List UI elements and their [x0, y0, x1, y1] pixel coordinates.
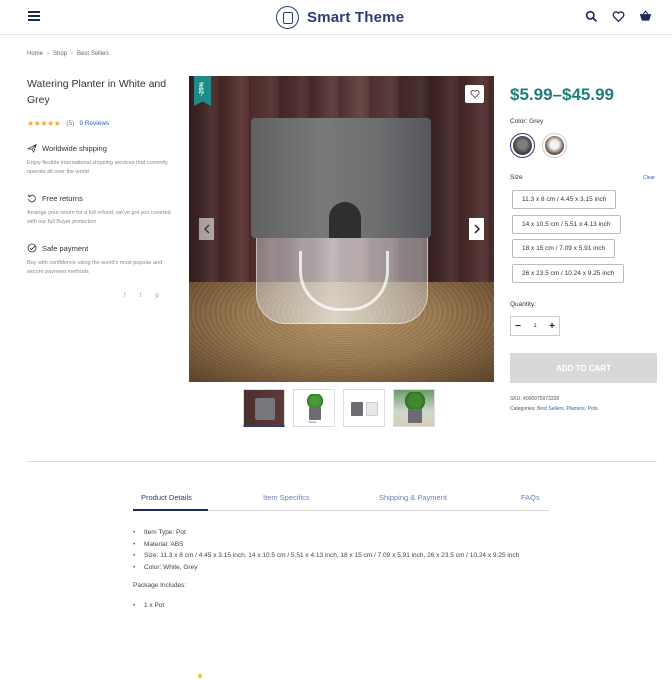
list-item: Color: White, Grey	[133, 562, 553, 574]
chevron-right-icon	[474, 224, 480, 234]
star-rating-icon: ★★★★★	[27, 119, 61, 128]
brand-name: Smart Theme	[307, 8, 405, 26]
reviews-link[interactable]: 9 Reviews	[79, 120, 109, 127]
tab-item-specifics[interactable]: Item Specifics	[263, 493, 310, 502]
check-circle-icon	[27, 243, 37, 253]
feature-description: Arrange your return for a full refund, w…	[27, 210, 171, 225]
image-prev-button[interactable]	[199, 218, 214, 240]
rating-count: (5)	[66, 120, 75, 127]
social-share: f t p	[124, 293, 159, 299]
site-logo[interactable]: Smart Theme	[276, 5, 404, 29]
size-option-4[interactable]: 26 x 23.5 cm / 10.24 x 9.25 inch	[512, 264, 625, 283]
clear-selection-link[interactable]: Clear	[643, 175, 655, 181]
active-tab-indicator	[133, 509, 208, 511]
breadcrumb-separator: ›	[47, 51, 50, 57]
quantity-decrease-button[interactable]: −	[511, 321, 525, 332]
section-divider	[27, 461, 657, 462]
list-item: 1 x Pot	[133, 600, 553, 612]
pot-slot	[329, 202, 361, 238]
twitter-icon[interactable]: t	[140, 293, 142, 299]
search-icon[interactable]	[585, 10, 598, 23]
site-header: Smart Theme	[0, 0, 672, 35]
header-icons	[585, 10, 652, 23]
thumbnail-1[interactable]	[243, 389, 285, 427]
tab-faqs[interactable]: FAQs	[521, 493, 540, 502]
breadcrumb-separator: ›	[71, 51, 74, 57]
product-title: Watering Planter in White and Grey	[27, 78, 167, 106]
list-item: Item Type: Pot	[133, 527, 553, 539]
feature-title: Safe payment	[42, 243, 89, 253]
feature-description: Enjoy flexible international shipping se…	[27, 160, 168, 175]
return-icon	[27, 194, 36, 203]
cart-icon[interactable]	[639, 10, 652, 23]
thumbnail-2[interactable]: Yellow	[293, 389, 335, 427]
category-link-planters[interactable]: Planters	[566, 406, 584, 412]
feature-worldwide-shipping: Worldwide shipping Enjoy flexible intern…	[27, 143, 177, 176]
product-rating: ★★★★★ (5) 9 Reviews	[27, 119, 109, 128]
facebook-icon[interactable]: f	[124, 293, 126, 299]
decorative-dot	[198, 674, 202, 678]
thumbnail-4[interactable]	[393, 389, 435, 427]
category-link-best-sellers[interactable]: Best Sellers	[537, 406, 564, 412]
size-option-3[interactable]: 18 x 15 cm / 7.09 x 5.91 inch	[512, 239, 616, 258]
discount-badge: -25%	[194, 76, 211, 106]
thumbnail-3[interactable]	[343, 389, 385, 427]
breadcrumb-best-sellers[interactable]: Best Sellers	[77, 51, 109, 57]
color-label: Color: Grey	[510, 118, 544, 125]
list-item: Material: ABS	[133, 539, 553, 551]
size-option-1[interactable]: 11.3 x 8 cm / 4.45 x 3.15 inch	[512, 190, 617, 209]
product-tabs: Product Details Item Specifics Shipping …	[133, 489, 549, 511]
add-to-cart-button[interactable]: ADD TO CART	[510, 353, 657, 383]
feature-free-returns: Free returns Arrange your return for a f…	[27, 193, 177, 226]
product-price: $5.99–$45.99	[510, 85, 614, 104]
quantity-label: Quantity:	[510, 301, 537, 308]
hamburger-icon[interactable]	[28, 11, 40, 21]
breadcrumb: Home › Shop › Best Sellers	[27, 51, 109, 57]
product-sku: SKU: 4000975973328	[510, 396, 560, 402]
size-option-2[interactable]: 14 x 10.5 cm / 5.51 x 4.13 inch	[512, 215, 621, 234]
pinterest-icon[interactable]: p	[155, 293, 158, 299]
thumbnail-strip: Yellow	[243, 389, 435, 427]
thumbnail-caption: Yellow	[308, 420, 317, 424]
package-heading: Package Includes:	[133, 582, 187, 589]
list-item: Size: 11.3 x 8 cm / 4.45 x 3.15 inch, 14…	[133, 550, 553, 562]
tab-product-details[interactable]: Product Details	[141, 493, 192, 502]
quantity-stepper: − +	[510, 316, 560, 336]
heart-icon[interactable]	[612, 10, 625, 23]
plane-icon	[27, 143, 37, 153]
swatch-white[interactable]	[542, 133, 567, 158]
category-link-pots[interactable]: Pots	[588, 406, 598, 412]
quantity-increase-button[interactable]: +	[545, 321, 559, 332]
chevron-left-icon	[203, 224, 209, 234]
logo-mark-icon	[276, 5, 299, 29]
package-list: 1 x Pot	[133, 600, 553, 612]
product-details-content: Item Type: Pot Material: ABS Size: 11.3 …	[133, 527, 553, 611]
feature-description: Buy with confidence using the world's mo…	[27, 260, 163, 275]
tab-shipping-payment[interactable]: Shipping & Payment	[379, 493, 447, 502]
swatch-grey[interactable]	[510, 133, 535, 158]
wishlist-button[interactable]	[465, 85, 484, 103]
categories-label: Categories:	[510, 406, 536, 412]
feature-safe-payment: Safe payment Buy with confidence using t…	[27, 243, 177, 276]
breadcrumb-shop[interactable]: Shop	[53, 51, 67, 57]
breadcrumb-home[interactable]: Home	[27, 51, 43, 57]
feature-title: Free returns	[42, 193, 83, 203]
heart-icon	[469, 90, 480, 99]
details-list: Item Type: Pot Material: ABS Size: 11.3 …	[133, 527, 553, 573]
feature-title: Worldwide shipping	[42, 143, 107, 153]
product-main-image[interactable]: -25%	[189, 76, 494, 382]
quantity-input[interactable]	[527, 323, 543, 329]
product-categories: Categories: Best Sellers, Planters, Pots	[510, 406, 598, 412]
color-swatches	[510, 133, 567, 158]
size-label: Size	[510, 174, 523, 181]
image-next-button[interactable]	[469, 218, 484, 240]
